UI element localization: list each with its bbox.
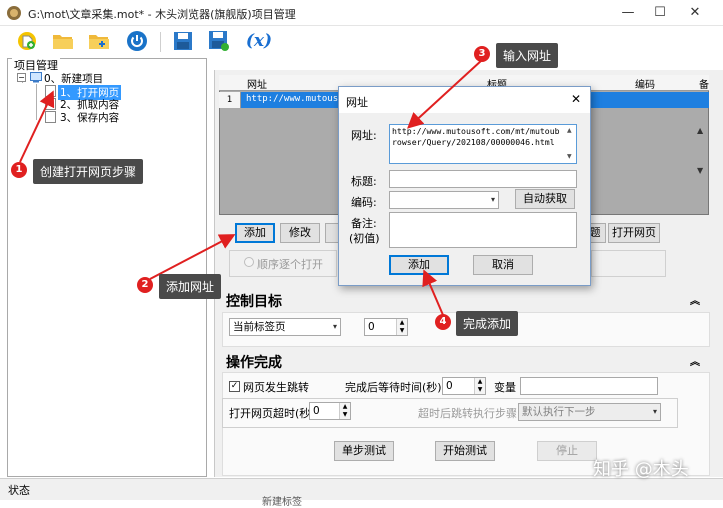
arrow-2	[149, 234, 236, 280]
annotation-callout-4: 完成添加	[456, 311, 519, 336]
arrow-4	[422, 269, 444, 316]
annotation-badge-2: 2	[137, 277, 153, 293]
arrow-3	[407, 59, 483, 129]
annotation-badge-4: 4	[435, 314, 451, 330]
annotation-badge-1: 1	[11, 162, 27, 178]
annotation-callout-2: 添加网址	[159, 274, 222, 299]
watermark: 知乎 @木头	[593, 459, 689, 480]
annotation-badge-3: 3	[474, 46, 490, 62]
annotation-arrows	[19, 59, 483, 316]
annotation-callout-3: 输入网址	[496, 43, 559, 68]
annotation-callout-1: 创建打开网页步骤	[33, 159, 144, 184]
arrow-1	[19, 90, 55, 163]
